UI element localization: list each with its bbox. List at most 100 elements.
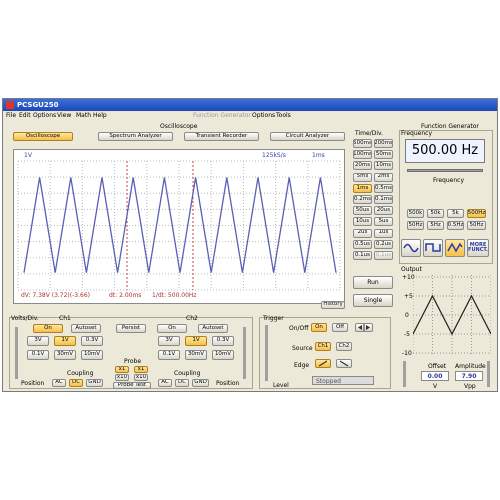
ch1-3v[interactable]: 3V [27, 336, 49, 346]
timediv-20ms[interactable]: 20ms [353, 161, 372, 171]
ch2-position-label: Position [216, 380, 240, 387]
timediv-0-5us[interactable]: 0.5us [353, 239, 372, 249]
ch1-position-slider[interactable] [15, 327, 18, 379]
ch1-30mv[interactable]: 30mV [54, 350, 76, 360]
probe-x1-ch2[interactable]: x1 [134, 366, 148, 373]
range-500hz[interactable]: 500Hz [467, 209, 486, 218]
scope-display: 1V 125kS/s 1ms dV: 7.38V (3.72)(-3.66) d… [13, 149, 345, 304]
single-button[interactable]: Single [353, 294, 393, 307]
range-50k[interactable]: 50k [427, 209, 444, 218]
ch2-3v[interactable]: 3V [158, 336, 180, 346]
trigger-arrows-button[interactable] [355, 323, 373, 332]
timediv-2ms[interactable]: 2ms [374, 172, 393, 182]
range-50hz[interactable]: 50Hz [407, 221, 424, 230]
ch2-on-button[interactable]: On [157, 324, 187, 333]
timediv-20us[interactable]: 20us [374, 206, 393, 216]
window-title: PCSGU250 [17, 101, 59, 109]
timediv-10us[interactable]: 10us [353, 217, 372, 227]
run-button[interactable]: Run [353, 276, 393, 289]
square-wave-button[interactable] [423, 239, 443, 257]
frequency-display: 500.00 Hz [405, 139, 485, 163]
timediv-1us[interactable]: 1us [374, 228, 393, 238]
timediv-0-1us[interactable]: 0.1us [353, 251, 372, 260]
amplitude-slider[interactable] [487, 361, 490, 387]
trigger-edge-rising[interactable] [315, 359, 331, 368]
range-5k[interactable]: 5k [447, 209, 464, 218]
trigger-on-button[interactable]: On [311, 323, 327, 332]
timediv-0-2ms[interactable]: 0.2ms [353, 195, 372, 204]
probe-x10-ch2[interactable]: x10 [134, 374, 148, 381]
tab-spectrum-analyzer[interactable]: Spectrum Analyzer [98, 132, 173, 141]
app-window: PCSGU250 File Edit Options View Math Hel… [2, 98, 498, 392]
ch1-coupling-ac[interactable]: AC [52, 379, 66, 387]
ch1-0-3v[interactable]: 0.3V [81, 336, 103, 346]
fg-menu-options[interactable]: Options [252, 111, 275, 121]
ch1-on-button[interactable]: On [33, 324, 63, 333]
range-50hz-b[interactable]: 50Hz [467, 221, 486, 230]
timediv-10ms[interactable]: 10ms [374, 161, 393, 171]
trigger-edge-falling[interactable] [336, 359, 352, 368]
timediv-5ms[interactable]: 5ms [353, 172, 372, 182]
tab-circuit-analyzer[interactable]: Circuit Analyzer [270, 132, 345, 141]
timediv-2us[interactable]: 2us [353, 228, 372, 238]
fg-menu-tools[interactable]: Tools [276, 111, 291, 121]
ch2-10mv[interactable]: 10mV [212, 350, 234, 360]
menu-edit[interactable]: Edit [19, 111, 31, 121]
menu-help[interactable]: Help [93, 111, 107, 121]
probe-x1-ch1[interactable]: x1 [115, 366, 129, 373]
ch2-coupling-dc[interactable]: DC [175, 379, 189, 387]
range-5hz[interactable]: 5Hz [427, 221, 444, 230]
ch1-0-1v[interactable]: 0.1V [27, 350, 49, 360]
ch2-30mv[interactable]: 30mV [185, 350, 207, 360]
timediv-5us[interactable]: 5us [374, 217, 393, 227]
oscilloscope-header: Oscilloscope [160, 123, 198, 130]
ch2-coupling-ac[interactable]: AC [158, 379, 172, 387]
ch1-1v[interactable]: 1V [54, 336, 76, 346]
ch2-coupling-gnd[interactable]: GND [192, 379, 209, 387]
timediv-0-2us[interactable]: 0.2us [374, 239, 393, 249]
menu-bar: File Edit Options View Math Help Functio… [3, 111, 497, 121]
timediv-0-1us[interactable]: 0.1us [374, 251, 393, 260]
range-500k[interactable]: 500k [407, 209, 424, 218]
timediv-100ms[interactable]: 100ms [353, 150, 372, 160]
history-button[interactable]: History [321, 301, 345, 309]
trigger-onoff-label: On/Off [289, 325, 309, 332]
ch1-coupling-dc[interactable]: DC [69, 379, 83, 387]
tab-transient-recorder[interactable]: Transient Recorder [184, 132, 259, 141]
menu-math[interactable]: Math [76, 111, 91, 121]
timediv-0-1ms[interactable]: 0.1ms [374, 195, 393, 204]
menu-options[interactable]: Options [33, 111, 56, 121]
trigger-source-ch1[interactable]: Ch1 [315, 342, 331, 351]
scope-plot [17, 160, 341, 291]
trigger-level-slider[interactable] [265, 325, 268, 381]
trigger-off-button[interactable]: Off [332, 323, 348, 332]
timediv-500ms[interactable]: 500ms [353, 139, 372, 148]
menu-view[interactable]: View [57, 111, 71, 121]
ch1-autoset-button[interactable]: Autoset [71, 324, 101, 333]
tab-oscilloscope[interactable]: Oscilloscope [13, 132, 73, 141]
ch2-autoset-button[interactable]: Autoset [198, 324, 228, 333]
ch2-0-1v[interactable]: 0.1V [158, 350, 180, 360]
timediv-200ms[interactable]: 200ms [374, 139, 393, 148]
trigger-source-ch2[interactable]: Ch2 [336, 342, 352, 351]
sine-wave-button[interactable] [401, 239, 421, 257]
timediv-50ms[interactable]: 50ms [374, 150, 393, 160]
ch1-coupling-gnd[interactable]: GND [86, 379, 103, 387]
frequency-slider[interactable] [407, 169, 483, 172]
output-title: Output [401, 266, 422, 273]
offset-slider[interactable] [403, 361, 406, 387]
ch2-1v[interactable]: 1V [185, 336, 207, 346]
persist-button[interactable]: Persist [116, 324, 146, 333]
menu-file[interactable]: File [6, 111, 16, 121]
range-0-5hz[interactable]: 0.5Hz [447, 221, 464, 230]
ch2-position-slider[interactable] [243, 327, 246, 379]
probe-test-button[interactable]: Probe Test [113, 382, 151, 389]
triangle-wave-button[interactable] [445, 239, 465, 257]
more-functions-button[interactable]: MORE FUNCT. [467, 239, 489, 257]
ch2-0-3v[interactable]: 0.3V [212, 336, 234, 346]
probe-x10-ch1[interactable]: x10 [115, 374, 129, 381]
timediv-50us[interactable]: 50us [353, 206, 372, 216]
ch1-10mv[interactable]: 10mV [81, 350, 103, 360]
timediv-1ms[interactable]: 1ms [353, 183, 372, 193]
timediv-0-5ms[interactable]: 0.5ms [374, 183, 393, 193]
